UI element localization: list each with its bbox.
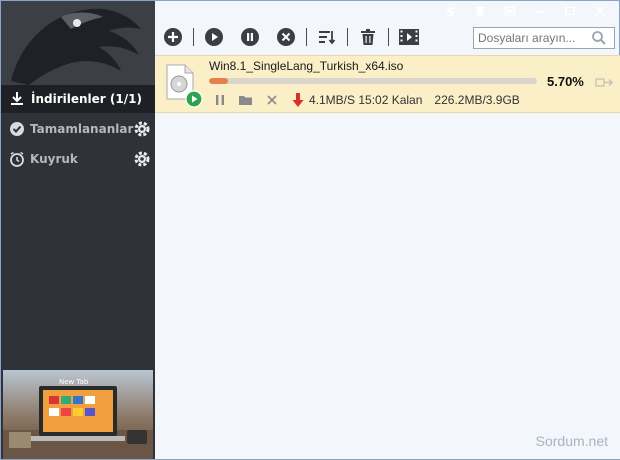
cancel-button[interactable] — [272, 23, 300, 51]
progress-bar — [209, 78, 537, 84]
open-folder-icon[interactable] — [595, 74, 615, 90]
sort-icon — [319, 31, 336, 45]
nav-queue[interactable]: Kuyruk — [1, 147, 155, 171]
close-icon — [267, 95, 277, 105]
row-remove-button[interactable] — [261, 91, 283, 109]
delete-icon — [361, 29, 375, 45]
download-list: Win8.1_SingleLang_Turkish_x64.iso 5.70% — [155, 55, 620, 459]
start-icon — [205, 28, 223, 46]
start-button[interactable] — [200, 23, 228, 51]
svg-text:$: $ — [446, 5, 455, 18]
search-input[interactable] — [474, 31, 590, 45]
add-download-button[interactable] — [159, 23, 187, 51]
play-badge-icon[interactable] — [185, 90, 203, 108]
theme-button[interactable] — [467, 1, 493, 21]
row-actions: 4.1MB/S 15:02 Kalan 226.2MB/3.9GB — [209, 90, 520, 110]
sort-button[interactable] — [313, 23, 341, 51]
nav-completed-label: Tamamlananlar — [30, 122, 134, 136]
row-open-folder-button[interactable] — [235, 91, 257, 109]
close-icon — [595, 6, 605, 16]
pause-button[interactable] — [236, 23, 264, 51]
nav-downloading-label: İndirilenler (1/1) — [31, 92, 142, 106]
add-icon — [164, 28, 182, 46]
minimize-button[interactable] — [527, 1, 553, 21]
skin-button[interactable] — [497, 1, 523, 21]
dollar-icon: $ — [446, 5, 455, 18]
media-icon — [399, 29, 419, 45]
alarm-clock-icon — [10, 151, 24, 167]
close-button[interactable] — [587, 1, 613, 21]
toolbar — [159, 23, 617, 51]
download-size: 226.2MB/3.9GB — [434, 93, 520, 107]
sidebar: İndirilenler (1/1) Tamamlananlar Kuyruk — [1, 1, 155, 459]
download-icon — [11, 92, 23, 105]
app-logo — [1, 1, 155, 85]
check-circle-icon — [10, 122, 24, 136]
search-box[interactable] — [473, 27, 615, 49]
pause-icon — [216, 95, 224, 105]
maximize-icon — [565, 6, 575, 16]
app-window: İndirilenler (1/1) Tamamlananlar Kuyruk — [0, 0, 620, 460]
maximize-button[interactable] — [557, 1, 583, 21]
pause-icon — [241, 28, 259, 46]
ad-banner[interactable]: New Tab — [3, 370, 153, 459]
gear-icon[interactable] — [133, 120, 151, 138]
gear-icon[interactable] — [133, 150, 151, 168]
folder-icon — [239, 96, 252, 105]
nav-downloading[interactable]: İndirilenler (1/1) — [1, 85, 155, 113]
titlebar-buttons: $ — [437, 1, 613, 21]
progress-percent: 5.70% — [547, 74, 584, 89]
minimize-icon — [536, 11, 544, 13]
delete-button[interactable] — [354, 23, 382, 51]
nav-queue-label: Kuyruk — [30, 152, 78, 166]
donate-button[interactable]: $ — [437, 1, 463, 21]
eagle-logo-icon — [1, 1, 155, 85]
download-arrow-icon — [292, 93, 304, 107]
nav-completed[interactable]: Tamamlananlar — [1, 117, 155, 141]
media-button[interactable] — [395, 23, 423, 51]
skin-icon — [504, 6, 516, 16]
shirt-icon — [475, 6, 485, 16]
toolbar-separator — [193, 28, 194, 46]
row-pause-button[interactable] — [209, 91, 231, 109]
watermark: Sordum.net — [535, 433, 608, 449]
toolbar-separator — [388, 28, 389, 46]
toolbar-separator — [306, 28, 307, 46]
ad-label: New Tab — [59, 378, 89, 386]
search-icon[interactable] — [590, 29, 608, 47]
cancel-icon — [277, 28, 295, 46]
download-row[interactable]: Win8.1_SingleLang_Turkish_x64.iso 5.70% — [155, 55, 620, 113]
download-speed: 4.1MB/S 15:02 Kalan — [309, 93, 423, 107]
file-name: Win8.1_SingleLang_Turkish_x64.iso — [209, 59, 404, 73]
toolbar-separator — [347, 28, 348, 46]
progress-fill — [209, 78, 228, 84]
